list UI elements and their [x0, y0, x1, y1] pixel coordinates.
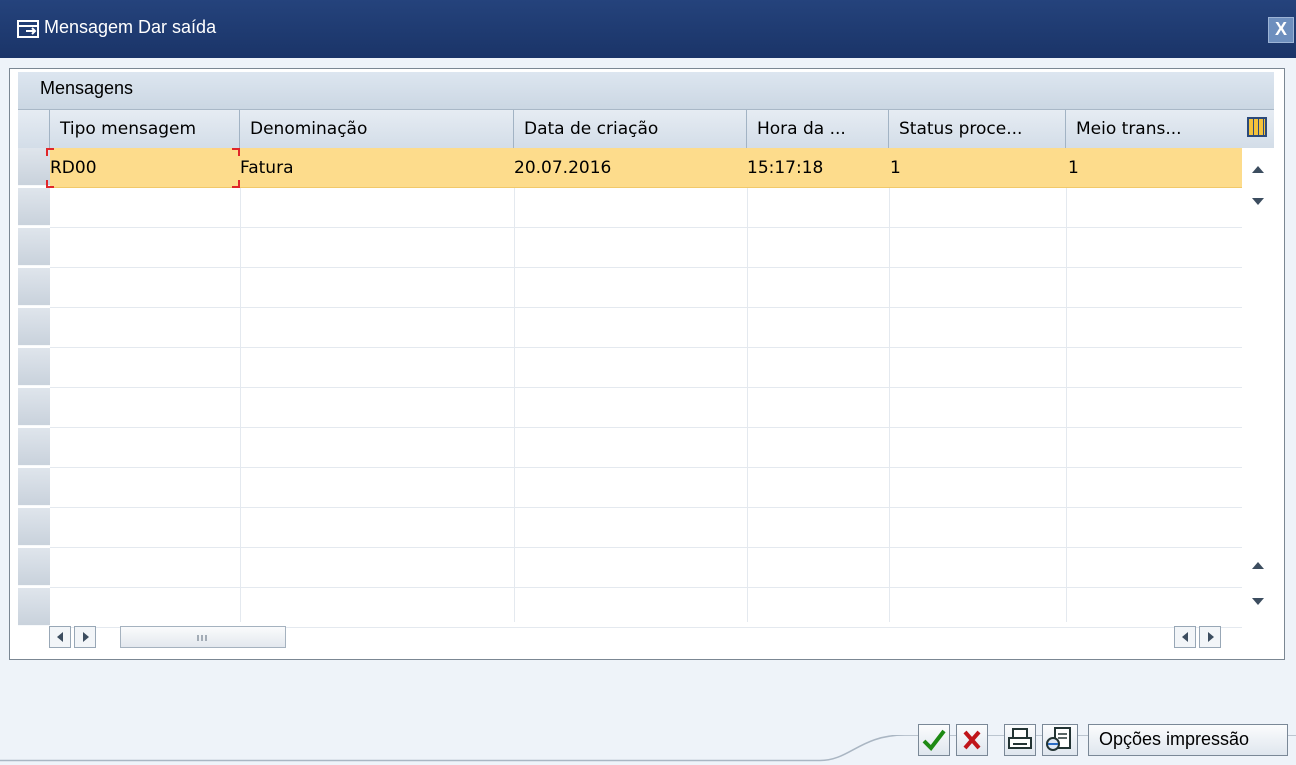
row-selector[interactable]	[18, 588, 50, 626]
row-selector[interactable]	[18, 388, 50, 426]
table-row-empty[interactable]	[50, 428, 1242, 468]
column-header-status[interactable]: Status proce...	[889, 110, 1066, 148]
row-selector[interactable]	[18, 508, 50, 546]
row-selector[interactable]	[18, 548, 50, 586]
cell-meio-trans[interactable]: 1	[1068, 148, 1242, 188]
column-header-denominacao[interactable]: Denominação	[240, 110, 514, 148]
cancel-x-icon	[963, 730, 981, 750]
table-row-empty[interactable]	[50, 348, 1242, 388]
select-all-header[interactable]	[18, 110, 50, 148]
table-row-empty[interactable]	[50, 268, 1242, 308]
print-button[interactable]	[1004, 724, 1036, 756]
panel-title: Mensagens	[40, 78, 134, 98]
printer-icon	[1008, 728, 1032, 749]
panel-header: Mensagens	[18, 72, 1274, 110]
cancel-button[interactable]	[956, 724, 988, 756]
window-title-bar: Mensagem Dar saída X	[0, 0, 1296, 58]
table-row-empty[interactable]	[50, 548, 1242, 588]
table-row-empty[interactable]	[50, 228, 1242, 268]
row-selector[interactable]	[18, 348, 50, 386]
scroll-page-down-icon[interactable]	[1252, 598, 1264, 605]
cell-focus-marker	[46, 148, 240, 188]
column-header-tipo-mensagem[interactable]: Tipo mensagem	[50, 110, 240, 148]
scroll-up-icon[interactable]	[1252, 166, 1264, 173]
table-row-empty[interactable]	[50, 308, 1242, 348]
table-row-empty[interactable]	[50, 508, 1242, 548]
print-options-label: Opções impressão	[1099, 729, 1250, 749]
continue-button[interactable]	[918, 724, 950, 756]
scroll-thumb[interactable]	[120, 626, 286, 648]
column-layout-icon	[1247, 117, 1267, 137]
row-selector[interactable]	[18, 308, 50, 346]
grip-icon	[197, 635, 209, 641]
scroll-right-button-right[interactable]	[1199, 626, 1221, 648]
table-header: Tipo mensagem Denominação Data de criaçã…	[18, 110, 1242, 149]
column-header-data-criacao[interactable]: Data de criação	[514, 110, 747, 148]
scroll-down-icon[interactable]	[1252, 198, 1264, 205]
row-selector[interactable]	[18, 188, 50, 226]
cell-tipo-mensagem[interactable]: RD00	[46, 148, 240, 188]
column-settings-button[interactable]	[1242, 110, 1274, 149]
cell-denominacao[interactable]: Fatura	[240, 148, 514, 188]
table-row-empty[interactable]	[50, 388, 1242, 428]
column-header-hora[interactable]: Hora da ...	[747, 110, 889, 148]
window-menu-icon[interactable]	[17, 20, 39, 40]
table-row[interactable]: RD00 Fatura 20.07.2016 15:17:18 1 1	[46, 148, 1242, 188]
arrow-left-icon	[1182, 632, 1188, 642]
row-selector[interactable]	[18, 428, 50, 466]
horizontal-scrollbar[interactable]	[18, 622, 1274, 652]
scroll-page-up-icon[interactable]	[1252, 562, 1264, 569]
cell-hora[interactable]: 15:17:18	[747, 148, 889, 188]
close-icon[interactable]: X	[1268, 17, 1294, 43]
print-preview-icon	[1046, 727, 1071, 751]
table-row-empty[interactable]	[50, 188, 1242, 228]
checkmark-icon	[922, 729, 946, 752]
window-title: Mensagem Dar saída	[44, 17, 217, 37]
row-selector[interactable]	[18, 268, 50, 306]
print-options-button[interactable]: Opções impressão	[1088, 724, 1288, 756]
scroll-left-button[interactable]	[49, 626, 71, 648]
cell-data-criacao[interactable]: 20.07.2016	[514, 148, 747, 188]
arrow-left-icon	[57, 632, 63, 642]
arrow-right-icon	[83, 632, 89, 642]
scroll-left-button-right[interactable]	[1174, 626, 1196, 648]
table-row-empty[interactable]	[50, 468, 1242, 508]
scroll-right-button[interactable]	[74, 626, 96, 648]
arrow-right-icon	[1208, 632, 1214, 642]
print-preview-button[interactable]	[1042, 724, 1078, 756]
column-header-meio-trans[interactable]: Meio trans...	[1066, 110, 1242, 148]
cell-status[interactable]: 1	[890, 148, 1067, 188]
row-selector[interactable]	[18, 228, 50, 266]
row-selector[interactable]	[18, 468, 50, 506]
vertical-scrollbar[interactable]	[1242, 148, 1274, 622]
